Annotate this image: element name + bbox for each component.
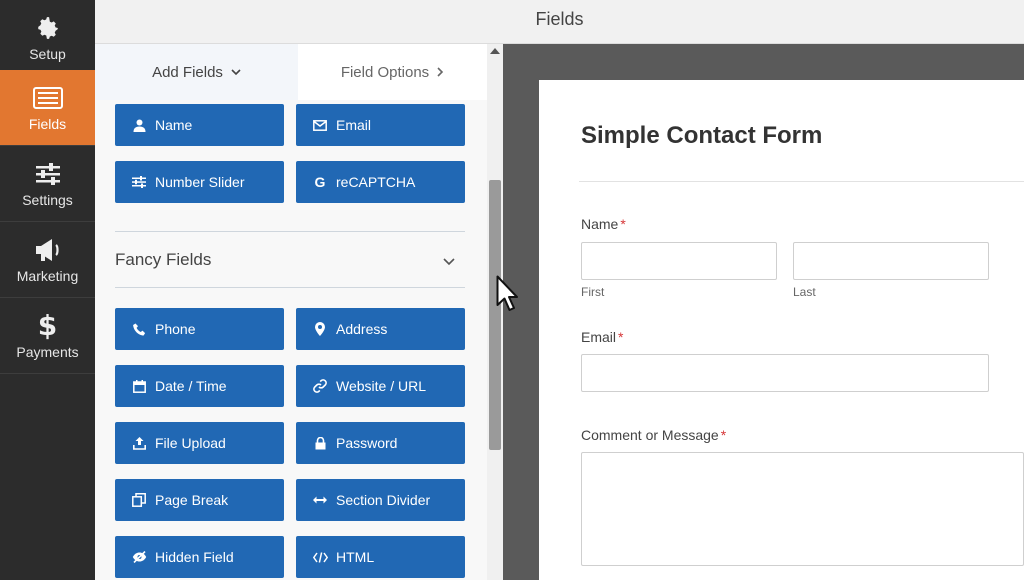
- required-asterisk: *: [618, 329, 624, 345]
- field-button-file-upload[interactable]: File Upload: [115, 422, 284, 464]
- sidebar-item-label: Settings: [22, 191, 73, 208]
- field-button-page-break[interactable]: Page Break: [115, 479, 284, 521]
- fields-panel: Add Fields Field Options Name Email Numb…: [95, 44, 487, 580]
- sidebar-item-label: Fields: [28, 115, 67, 132]
- copy-icon: [131, 492, 147, 508]
- sidebar-item-settings[interactable]: Settings: [0, 146, 95, 222]
- field-button-label: HTML: [336, 549, 375, 565]
- tab-field-options[interactable]: Field Options: [298, 44, 487, 100]
- chevron-down-icon[interactable]: [443, 253, 457, 267]
- field-button-label: File Upload: [155, 435, 226, 451]
- sidebar-item-label: Setup: [29, 45, 66, 62]
- required-asterisk: *: [620, 216, 626, 232]
- gear-icon: [33, 14, 63, 42]
- field-button-name[interactable]: Name: [115, 104, 284, 146]
- form-preview-area: Simple Contact Form Name * First Last Ema…: [503, 44, 1024, 580]
- field-button-label: Hidden Field: [155, 549, 234, 565]
- field-button-label: Name: [155, 117, 193, 133]
- message-field-label[interactable]: Comment or Message *: [581, 427, 726, 443]
- sidebar-item-marketing[interactable]: Marketing: [0, 222, 95, 298]
- fancy-fields-section-title[interactable]: Fancy Fields: [115, 250, 211, 270]
- section-divider: [115, 287, 465, 288]
- sliders-icon: [131, 174, 147, 190]
- map-pin-icon: [312, 321, 328, 337]
- first-sublabel: First: [581, 285, 605, 299]
- field-button-label: Phone: [155, 321, 196, 337]
- chevron-down-icon: [231, 68, 241, 76]
- dollar-icon: $: [37, 309, 58, 342]
- sidebar-item-fields[interactable]: Fields: [0, 70, 95, 146]
- section-divider: [115, 231, 465, 232]
- eye-slash-icon: [131, 549, 147, 565]
- envelope-icon: [312, 117, 328, 133]
- field-button-label: Section Divider: [336, 492, 431, 508]
- form-separator: [579, 181, 1024, 182]
- field-button-label: Date / Time: [155, 378, 227, 394]
- label-text: Comment or Message: [581, 427, 719, 443]
- field-button-label: Address: [336, 321, 388, 337]
- last-sublabel: Last: [793, 285, 816, 299]
- label-text: Email: [581, 329, 617, 345]
- megaphone-icon: [33, 236, 63, 264]
- field-button-html[interactable]: HTML: [296, 536, 465, 578]
- field-button-label: Number Slider: [155, 174, 245, 190]
- field-button-label: Password: [336, 435, 398, 451]
- form-title[interactable]: Simple Contact Form: [581, 122, 822, 150]
- sidebar-item-label: Marketing: [16, 267, 79, 284]
- top-bar: Fields: [95, 0, 1024, 44]
- field-button-section-divider[interactable]: Section Divider: [296, 479, 465, 521]
- sliders-icon: [33, 160, 63, 188]
- email-field-label[interactable]: Email *: [581, 329, 623, 345]
- arrows-horizontal-icon: [312, 492, 328, 508]
- field-button-phone[interactable]: Phone: [115, 308, 284, 350]
- field-button-password[interactable]: Password: [296, 422, 465, 464]
- field-button-address[interactable]: Address: [296, 308, 465, 350]
- user-icon: [131, 117, 147, 133]
- name-field-label[interactable]: Name *: [581, 216, 626, 232]
- scrollbar-thumb[interactable]: [489, 180, 501, 450]
- mouse-cursor-icon: [496, 275, 518, 311]
- sidebar-item-setup[interactable]: Setup: [0, 0, 95, 76]
- fields-list-icon: [32, 84, 63, 112]
- field-button-date-time[interactable]: Date / Time: [115, 365, 284, 407]
- upload-icon: [131, 435, 147, 451]
- panel-tabs: Add Fields Field Options: [95, 44, 487, 100]
- scroll-up-arrow-icon[interactable]: [490, 48, 500, 54]
- code-icon: [312, 549, 328, 565]
- field-button-label: Website / URL: [336, 378, 426, 394]
- field-button-number-slider[interactable]: Number Slider: [115, 161, 284, 203]
- field-button-email[interactable]: Email: [296, 104, 465, 146]
- field-button-website-url[interactable]: Website / URL: [296, 365, 465, 407]
- tab-label: Field Options: [340, 63, 430, 81]
- sidebar-item-label: Payments: [16, 343, 79, 360]
- first-name-input[interactable]: [581, 242, 777, 280]
- form-preview-card: Simple Contact Form Name * First Last Ema…: [539, 80, 1024, 580]
- label-text: Name: [581, 216, 619, 232]
- chevron-right-icon: [437, 67, 444, 77]
- left-sidebar: Setup Fields Settings Marketing $ Paymen…: [0, 0, 95, 580]
- page-title: Fields: [535, 9, 584, 29]
- tab-label: Add Fields: [152, 63, 223, 81]
- field-button-label: reCAPTCHA: [336, 174, 416, 190]
- calendar-icon: [131, 378, 147, 394]
- tab-add-fields[interactable]: Add Fields: [95, 44, 298, 100]
- field-button-label: Email: [336, 117, 372, 133]
- lock-icon: [312, 435, 328, 451]
- sidebar-item-payments[interactable]: $ Payments: [0, 298, 95, 374]
- last-name-input[interactable]: [793, 242, 989, 280]
- link-icon: [312, 378, 328, 394]
- google-g-icon: G: [314, 174, 326, 190]
- required-asterisk: *: [720, 427, 727, 443]
- phone-icon: [131, 321, 147, 337]
- email-input[interactable]: [581, 354, 989, 392]
- message-textarea[interactable]: [581, 452, 1024, 566]
- field-button-label: Page Break: [155, 492, 229, 508]
- field-button-hidden-field[interactable]: Hidden Field: [115, 536, 284, 578]
- field-button-recaptcha[interactable]: G reCAPTCHA: [296, 161, 465, 203]
